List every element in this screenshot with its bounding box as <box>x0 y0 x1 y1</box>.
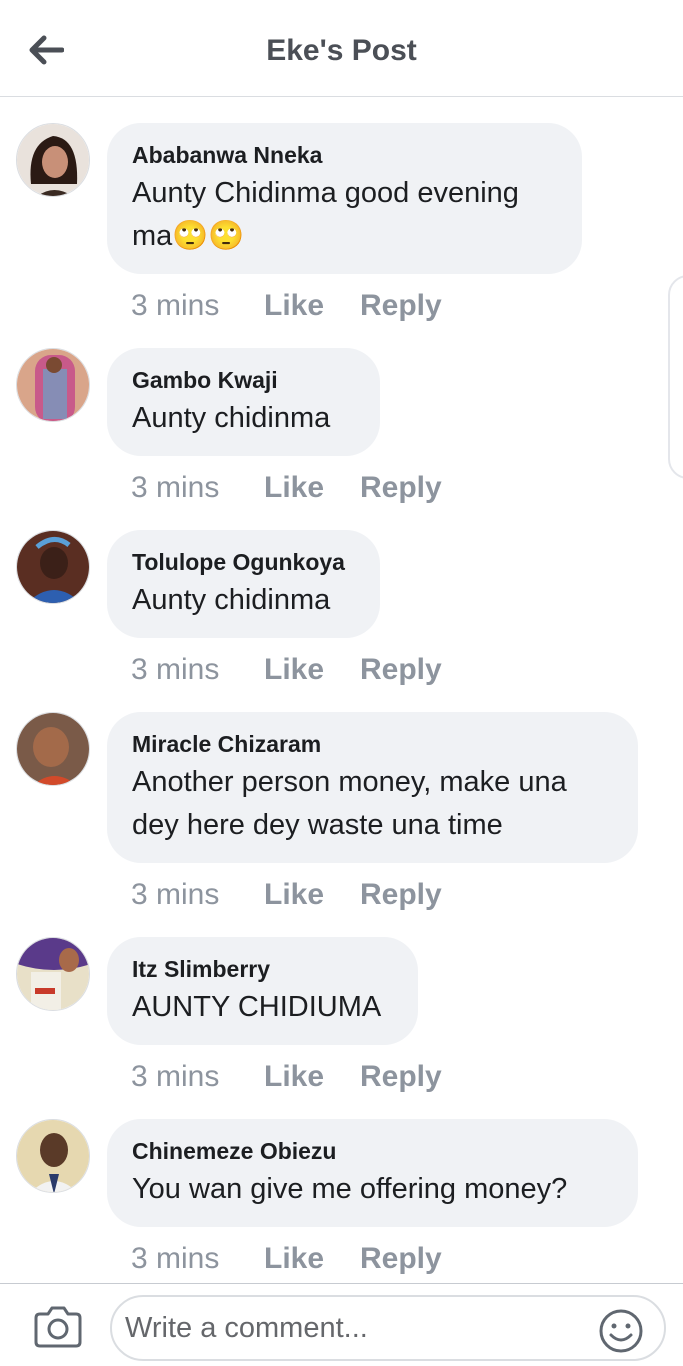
like-button[interactable]: Like <box>264 289 360 323</box>
reply-button[interactable]: Reply <box>360 878 442 912</box>
page-title: Eke's Post <box>266 34 417 67</box>
comment-time: 3 mins <box>131 653 220 686</box>
comment-actions: 3 mins Like Reply <box>131 1057 442 1097</box>
comment-text: Aunty Chidinma good evening ma🙄🙄 <box>132 177 519 252</box>
header-bar: Eke's Post <box>0 0 683 97</box>
comment-actions: 3 mins Like Reply <box>131 875 442 915</box>
avatar[interactable] <box>16 712 90 786</box>
comment-time: 3 mins <box>131 289 220 322</box>
avatar[interactable] <box>16 348 90 422</box>
comment-bubble: Miracle Chizaram Another person money, m… <box>107 712 638 863</box>
comment-bubble: Gambo Kwaji Aunty chidinma <box>107 348 380 456</box>
avatar[interactable] <box>16 123 90 197</box>
side-panel-edge <box>668 275 683 479</box>
camera-button[interactable] <box>32 1304 84 1350</box>
like-button[interactable]: Like <box>264 878 360 912</box>
comment-text: AUNTY CHIDIUMA <box>132 991 382 1023</box>
comment-text: Another person money, make una dey here … <box>132 766 567 841</box>
like-button[interactable]: Like <box>264 471 360 505</box>
comment-list: Ababanwa Nneka Aunty Chidinma good eveni… <box>0 97 683 1283</box>
smiley-icon <box>599 1309 643 1353</box>
comment-author[interactable]: Gambo Kwaji <box>132 366 354 394</box>
like-button[interactable]: Like <box>264 1060 360 1094</box>
reply-button[interactable]: Reply <box>360 653 442 687</box>
comment-time: 3 mins <box>131 1060 220 1093</box>
comment-text: Aunty chidinma <box>132 584 331 616</box>
comment-input[interactable] <box>110 1295 666 1361</box>
avatar[interactable] <box>16 1119 90 1193</box>
reply-button[interactable]: Reply <box>360 1242 442 1276</box>
comment-actions: 3 mins Like Reply <box>131 286 442 326</box>
comment-author[interactable]: Miracle Chizaram <box>132 730 612 758</box>
like-button[interactable]: Like <box>264 653 360 687</box>
avatar[interactable] <box>16 937 90 1011</box>
comment-author[interactable]: Itz Slimberry <box>132 955 392 983</box>
comment-bubble: Itz Slimberry AUNTY CHIDIUMA <box>107 937 418 1045</box>
avatar[interactable] <box>16 530 90 604</box>
comment-text: You wan give me offering money? <box>132 1173 568 1205</box>
camera-icon <box>34 1306 82 1348</box>
comment-actions: 3 mins Like Reply <box>131 650 442 690</box>
comment-bubble: Ababanwa Nneka Aunty Chidinma good eveni… <box>107 123 582 274</box>
comment-actions: 3 mins Like Reply <box>131 468 442 508</box>
comment-bubble: Tolulope Ogunkoya Aunty chidinma <box>107 530 380 638</box>
comment-time: 3 mins <box>131 878 220 911</box>
comment-composer <box>0 1283 683 1366</box>
reply-button[interactable]: Reply <box>360 471 442 505</box>
comment-text: Aunty chidinma <box>132 402 331 434</box>
comment-bubble: Chinemeze Obiezu You wan give me offerin… <box>107 1119 638 1227</box>
emoji-button[interactable] <box>598 1308 644 1354</box>
reply-button[interactable]: Reply <box>360 1060 442 1094</box>
comment-actions: 3 mins Like Reply <box>131 1239 442 1279</box>
comment-author[interactable]: Chinemeze Obiezu <box>132 1137 612 1165</box>
reply-button[interactable]: Reply <box>360 289 442 323</box>
comment-time: 3 mins <box>131 1242 220 1275</box>
comment-author[interactable]: Ababanwa Nneka <box>132 141 556 169</box>
comment-author[interactable]: Tolulope Ogunkoya <box>132 548 354 576</box>
comment-time: 3 mins <box>131 471 220 504</box>
like-button[interactable]: Like <box>264 1242 360 1276</box>
